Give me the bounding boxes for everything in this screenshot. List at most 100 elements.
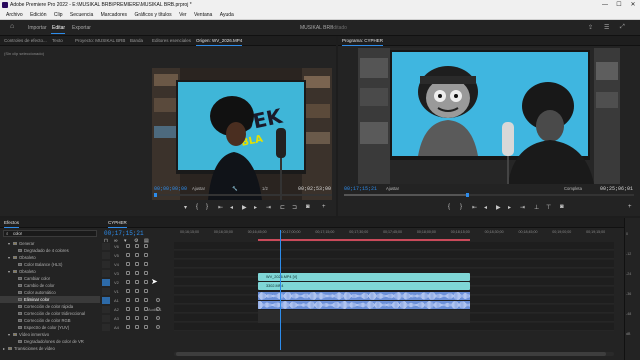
sync-icon[interactable] xyxy=(135,280,139,284)
maximize-button[interactable]: ☐ xyxy=(612,0,626,10)
track-header[interactable]: V6 xyxy=(100,242,172,251)
lock-icon[interactable] xyxy=(126,298,130,302)
tab-effects[interactable]: Efectos xyxy=(4,220,20,228)
track-target-toggle[interactable] xyxy=(102,324,110,331)
track-target-toggle[interactable] xyxy=(102,261,110,268)
track-target-toggle[interactable] xyxy=(102,243,110,250)
step-back-icon[interactable]: ◂ xyxy=(484,204,487,211)
track-header[interactable]: V4 xyxy=(100,260,172,269)
lock-icon[interactable] xyxy=(126,262,130,266)
eye-icon[interactable] xyxy=(144,262,148,266)
effects-tree-item[interactable]: Espectro de color (YUV) xyxy=(0,324,100,331)
lock-icon[interactable] xyxy=(126,244,130,248)
effects-search-field[interactable]: ⌕ color xyxy=(3,230,97,237)
menu-ayuda[interactable]: Ayuda xyxy=(220,12,234,18)
clip-v1[interactable]: 3302.MP4 xyxy=(258,282,470,290)
source-fit-dropdown[interactable]: Ajustar xyxy=(192,186,205,191)
menu-secuencia[interactable]: Secuencia xyxy=(70,12,93,18)
sync-icon[interactable] xyxy=(135,307,139,311)
tab-text[interactable]: Texto xyxy=(52,38,63,43)
play-icon[interactable]: ▶ xyxy=(242,204,247,211)
sync-icon[interactable] xyxy=(135,298,139,302)
effects-tree-item[interactable]: Cambiar color xyxy=(0,275,100,282)
lift-icon[interactable]: ⊥ xyxy=(534,204,539,211)
sync-icon[interactable] xyxy=(135,325,139,329)
home-icon[interactable]: ⌂ xyxy=(10,23,14,30)
sync-icon[interactable] xyxy=(135,289,139,293)
tree-caret-icon[interactable]: ▾ xyxy=(8,331,12,338)
play-icon[interactable]: ▶ xyxy=(496,204,501,211)
tree-caret-icon[interactable]: ▾ xyxy=(8,268,12,275)
close-button[interactable]: ✕ xyxy=(626,0,640,10)
track-lane[interactable] xyxy=(174,260,614,268)
track-target-toggle[interactable] xyxy=(102,252,110,259)
menu-edicion[interactable]: Edición xyxy=(30,12,46,18)
track-header[interactable]: V5 xyxy=(100,251,172,260)
track-target-toggle[interactable] xyxy=(102,306,110,313)
microphone-icon[interactable] xyxy=(156,325,160,329)
eye-icon[interactable] xyxy=(144,280,148,284)
fullscreen-icon[interactable]: ⤢ xyxy=(620,24,625,31)
timeline-playhead[interactable] xyxy=(280,230,281,350)
microphone-icon[interactable] xyxy=(156,298,160,302)
source-monitor[interactable]: OEK BLA xyxy=(152,68,332,200)
sync-icon[interactable] xyxy=(135,244,139,248)
lock-icon[interactable] xyxy=(126,253,130,257)
notifications-icon[interactable]: ☰ xyxy=(604,24,609,31)
sync-icon[interactable] xyxy=(135,253,139,257)
track-target-toggle[interactable] xyxy=(102,297,110,304)
mark-in-icon[interactable]: { xyxy=(196,204,198,210)
track-header[interactable]: V2 xyxy=(100,278,172,287)
lock-icon[interactable] xyxy=(126,280,130,284)
effects-tree-item[interactable]: Corrección de color RGB xyxy=(0,317,100,324)
track-target-toggle[interactable] xyxy=(102,315,110,322)
track-target-toggle[interactable] xyxy=(102,270,110,277)
tab-project[interactable]: Proyecto: MUSIKAL BRB xyxy=(75,38,125,43)
effects-tree-item[interactable]: Degradado de 4 colores xyxy=(0,247,100,254)
add-button-icon[interactable]: + xyxy=(628,204,632,210)
source-timecode-in[interactable]: 00;00;00;00 xyxy=(154,186,187,192)
eye-icon[interactable] xyxy=(144,298,148,302)
clip-a1[interactable] xyxy=(257,292,470,300)
track-lane[interactable] xyxy=(174,323,614,331)
share-icon[interactable]: ⇪ xyxy=(588,24,593,31)
tab-editores[interactable]: Editores esenciales xyxy=(152,38,191,43)
go-to-out-icon[interactable]: ⇥ xyxy=(266,204,271,211)
program-timecode[interactable]: 00;17;15;21 xyxy=(344,186,377,192)
effects-tree-item[interactable]: Cambio de color xyxy=(0,282,100,289)
minimize-button[interactable]: — xyxy=(598,0,612,10)
effects-tree-item[interactable]: Color automático xyxy=(0,289,100,296)
mark-out-icon[interactable]: } xyxy=(460,204,462,210)
sync-icon[interactable] xyxy=(135,262,139,266)
tab-source[interactable]: Origen: WV_2026.MP4 xyxy=(196,38,243,46)
tree-caret-icon[interactable]: ▾ xyxy=(8,254,12,261)
menu-clip[interactable]: Clip xyxy=(54,12,63,18)
menu-graficos[interactable]: Gráficos y títulos xyxy=(134,12,171,18)
overwrite-icon[interactable]: ⊐ xyxy=(292,204,297,211)
track-lane[interactable] xyxy=(174,251,614,259)
step-back-icon[interactable]: ◂ xyxy=(230,204,233,211)
track-target-toggle[interactable] xyxy=(102,288,110,295)
source-page-label[interactable]: 1/2 xyxy=(262,186,268,191)
lock-icon[interactable] xyxy=(126,325,130,329)
tab-banda[interactable]: Banda xyxy=(130,38,143,43)
insert-icon[interactable]: ⊏ xyxy=(280,204,285,211)
track-header[interactable]: A4 xyxy=(100,323,172,332)
menu-marcadores[interactable]: Marcadores xyxy=(101,12,127,18)
mark-out-icon[interactable]: } xyxy=(206,204,208,210)
eye-icon[interactable] xyxy=(144,316,148,320)
effects-tree-item[interactable]: Eliminar color xyxy=(0,296,100,303)
eye-icon[interactable] xyxy=(144,253,148,257)
timeline-scrollbar[interactable] xyxy=(174,352,614,356)
effects-tree-item[interactable]: ▾ Obsoleto xyxy=(0,268,100,275)
effects-tree-item[interactable]: ▾ Obsoleto xyxy=(0,254,100,261)
add-button-icon[interactable]: + xyxy=(322,204,326,210)
marker-icon[interactable]: ▾ xyxy=(184,204,187,211)
eye-icon[interactable] xyxy=(144,289,148,293)
track-header[interactable]: V1 xyxy=(100,287,172,296)
lock-icon[interactable] xyxy=(126,316,130,320)
eye-icon[interactable] xyxy=(144,244,148,248)
track-header[interactable]: A3 xyxy=(100,314,172,323)
track-target-toggle[interactable] xyxy=(102,279,110,286)
clip-v2[interactable]: WV_2026.MP4 [V] xyxy=(258,273,470,281)
